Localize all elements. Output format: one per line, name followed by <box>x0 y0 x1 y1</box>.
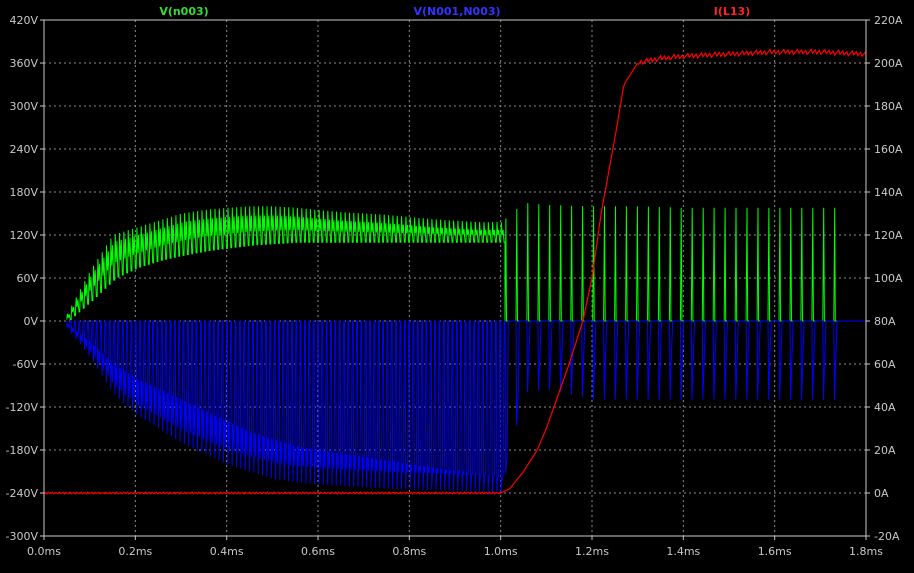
x-tick-label: 0.4ms <box>210 545 244 558</box>
y-right-tick-label: 80A <box>874 315 896 328</box>
y-left-tick-label: -120V <box>6 401 39 414</box>
y-left-tick-label: 300V <box>9 100 38 113</box>
legend-label: V(N001,N003) <box>413 5 500 18</box>
y-right-tick-label: 20A <box>874 444 896 457</box>
y-left-tick-label: 420V <box>9 14 38 27</box>
y-right-tick-label: 200A <box>874 57 903 70</box>
y-left-tick-label: 60V <box>16 272 38 285</box>
legend-label: V(n003) <box>159 5 208 18</box>
y-left-tick-label: -180V <box>6 444 39 457</box>
x-tick-label: 0.6ms <box>301 545 335 558</box>
x-tick-label: 0.2ms <box>118 545 152 558</box>
x-tick-label: 1.8ms <box>849 545 883 558</box>
y-left-tick-label: 360V <box>9 57 38 70</box>
y-right-tick-label: 120A <box>874 229 903 242</box>
y-left-tick-label: 180V <box>9 186 38 199</box>
x-tick-label: 1.4ms <box>666 545 700 558</box>
chart-background <box>0 0 914 569</box>
y-left-tick-label: 120V <box>9 229 38 242</box>
waveform-chart: 0.0ms 0.2ms 0.4ms 0.6ms 0.8ms 1.0ms 1.2ms 1.4ms… <box>0 0 914 569</box>
y-right-tick-label: 0A <box>874 487 889 500</box>
x-tick-label: 0.8ms <box>392 545 426 558</box>
legend-label: I(L13) <box>714 5 750 18</box>
y-left-tick-label: -240V <box>6 487 39 500</box>
y-left-tick-label: 0V <box>23 315 38 328</box>
y-right-tick-label: 220A <box>874 14 903 27</box>
y-left-tick-label: -300V <box>6 530 39 543</box>
x-tick-label: 1.0ms <box>484 545 518 558</box>
y-left-tick-label: 240V <box>9 143 38 156</box>
x-tick-label: 0.0ms <box>27 545 61 558</box>
y-right-tick-label: 100A <box>874 272 903 285</box>
x-tick-label: 1.2ms <box>575 545 609 558</box>
y-right-tick-label: 160A <box>874 143 903 156</box>
y-right-tick-label: -20A <box>874 530 900 543</box>
x-tick-label: 1.6ms <box>758 545 792 558</box>
y-right-tick-label: 60A <box>874 358 896 371</box>
waveform-plot: 0.0ms 0.2ms 0.4ms 0.6ms 0.8ms 1.0ms 1.2ms 1.4ms… <box>0 0 914 569</box>
y-right-tick-label: 40A <box>874 401 896 414</box>
y-right-tick-label: 180A <box>874 100 903 113</box>
y-right-tick-label: 140A <box>874 186 903 199</box>
y-left-tick-label: -60V <box>13 358 39 371</box>
